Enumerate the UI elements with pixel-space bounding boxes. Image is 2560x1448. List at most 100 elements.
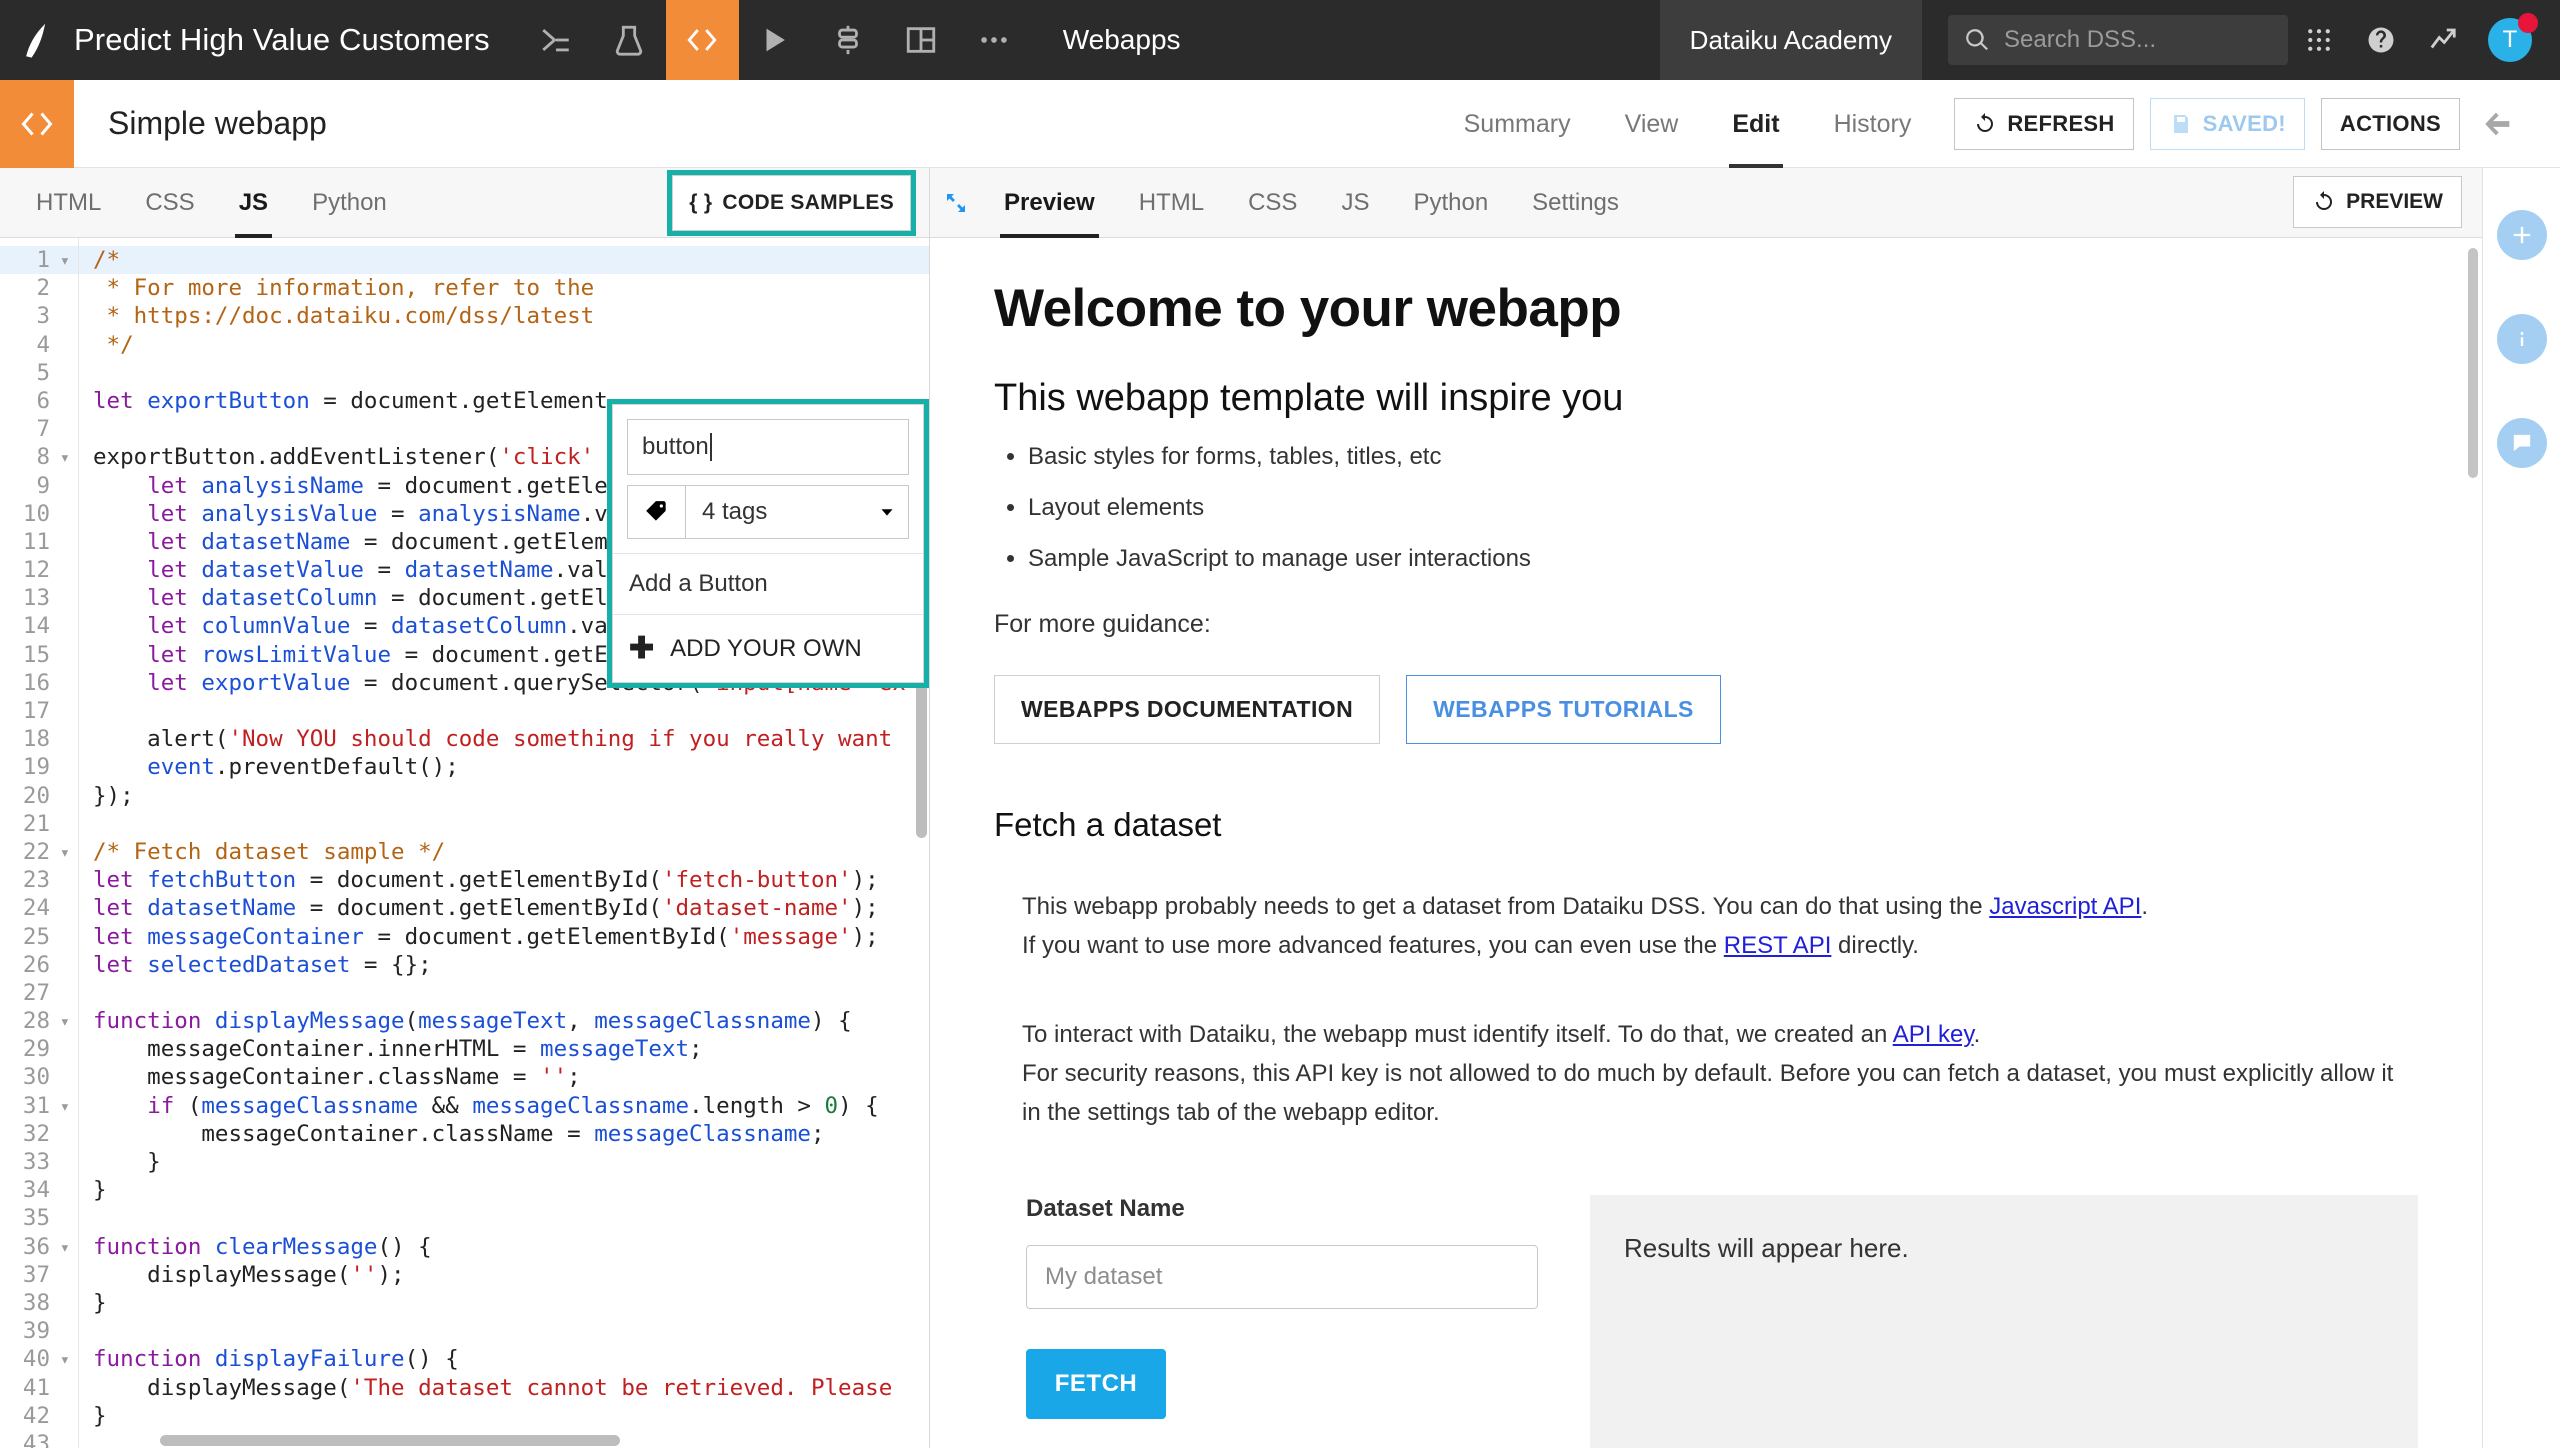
code-samples-button[interactable]: { } CODE SAMPLES <box>667 170 916 236</box>
rest-api-link[interactable]: REST API <box>1724 932 1832 959</box>
text-caret <box>709 433 712 461</box>
code-line: alert('Now YOU should code something if … <box>93 726 893 753</box>
line-number: 39 <box>22 1318 50 1345</box>
jobs-icon[interactable] <box>812 0 885 80</box>
chevron-down-icon[interactable] <box>866 501 908 523</box>
project-title[interactable]: Predict High Value Customers <box>74 22 490 58</box>
preview-scrollbar[interactable] <box>2468 248 2478 478</box>
arrow-left-icon[interactable] <box>2460 80 2536 168</box>
code-samples-tag-filter[interactable]: 4 tags <box>627 485 909 539</box>
api-key-link[interactable]: API key <box>1893 1021 1974 1048</box>
info-circle-icon[interactable] <box>2496 314 2547 364</box>
preview-pane: Preview HTML CSS JS Python Settings PREV… <box>930 168 2482 1448</box>
line-number: 25 <box>22 923 50 950</box>
add-your-own-button[interactable]: ✚ ADD YOUR OWN <box>613 614 923 682</box>
code-line: let messageContainer = document.getEleme… <box>93 923 879 950</box>
code-line: /* Fetch dataset sample */ <box>93 838 446 865</box>
tab-edit[interactable]: Edit <box>1705 80 1806 168</box>
code-line: if (messageClassname && messageClassname… <box>147 1092 879 1119</box>
preview-tab-settings[interactable]: Settings <box>1510 168 1641 238</box>
tag-icon <box>628 486 686 538</box>
preview-tab-html[interactable]: HTML <box>1117 168 1226 238</box>
saved-button[interactable]: SAVED! <box>2149 98 2305 150</box>
code-line: } <box>93 1289 107 1316</box>
more-icon[interactable] <box>958 0 1031 80</box>
code-tab-js[interactable]: JS <box>217 168 290 238</box>
automation-play-icon[interactable] <box>739 0 812 80</box>
fetch-button[interactable]: FETCH <box>1026 1348 1166 1419</box>
code-line: let fetchButton = document.getElementByI… <box>93 867 879 894</box>
preview-tab-python[interactable]: Python <box>1391 168 1510 238</box>
javascript-api-link[interactable]: Javascript API <box>1989 893 2141 920</box>
webapps-tutorials-button[interactable]: WEBAPPS TUTORIALS <box>1406 675 1721 745</box>
preview-button-label: PREVIEW <box>2346 190 2443 213</box>
dashboard-icon[interactable] <box>885 0 958 80</box>
code-tab-python[interactable]: Python <box>290 168 409 238</box>
activity-icon[interactable] <box>2412 0 2474 80</box>
expand-icon[interactable] <box>930 191 982 215</box>
para3-text-b: . <box>1973 1021 1981 1049</box>
line-number: 26 <box>22 951 50 978</box>
preview-tab-js[interactable]: JS <box>1319 168 1391 238</box>
code-samples-search-input[interactable]: button <box>627 419 909 475</box>
line-number: 28 <box>0 1007 78 1036</box>
list-item: Layout elements <box>1028 491 2418 526</box>
top-navigation-bar: Predict High Value Customers Webapps Dat… <box>0 0 2560 80</box>
editor-horizontal-scrollbar[interactable] <box>160 1435 620 1446</box>
dataset-name-placeholder: My dataset <box>1045 1262 1163 1290</box>
code-line: } <box>93 1177 107 1204</box>
lab-icon[interactable] <box>593 0 666 80</box>
line-number: 21 <box>22 810 50 837</box>
refresh-button[interactable]: REFRESH <box>1954 98 2134 150</box>
code-samples-popover: button 4 tags Add a Button ✚ ADD YOUR OW… <box>607 399 929 688</box>
plus-circle-icon[interactable] <box>2496 210 2547 260</box>
line-number: 31 <box>0 1092 78 1121</box>
code-line: } <box>93 1149 161 1175</box>
search-input[interactable]: Search DSS... <box>1948 15 2288 65</box>
webapp-header: Simple webapp Summary View Edit History … <box>0 79 2560 168</box>
code-line: * For more information, refer to the <box>93 275 595 302</box>
curly-braces-icon: { } <box>689 191 713 214</box>
fetch-dataset-paragraph-1: This webapp probably needs to get a data… <box>994 888 2418 966</box>
code-line: function clearMessage() { <box>93 1233 432 1260</box>
preview-tab-preview[interactable]: Preview <box>982 168 1117 238</box>
guidance-label: For more guidance: <box>994 610 1211 639</box>
code-tab-html[interactable]: HTML <box>14 168 123 238</box>
preview-iframe[interactable]: Welcome to your webapp This webapp templ… <box>930 238 2482 1448</box>
plus-icon: ✚ <box>629 632 655 665</box>
webapps-documentation-button[interactable]: WEBAPPS DOCUMENTATION <box>994 675 1381 745</box>
tab-history[interactable]: History <box>1807 80 1939 168</box>
line-number: 18 <box>22 726 50 753</box>
actions-button[interactable]: ACTIONS <box>2320 98 2460 150</box>
line-number: 20 <box>22 782 50 809</box>
page-title: Simple webapp <box>108 105 327 141</box>
para1-text-a: This webapp probably needs to get a data… <box>1022 893 1990 921</box>
code-tab-css[interactable]: CSS <box>123 168 216 238</box>
code-line: messageContainer.className = ''; <box>93 1064 581 1091</box>
fetch-dataset-heading: Fetch a dataset <box>994 806 1222 844</box>
code-line: } <box>93 1402 107 1429</box>
code-icon[interactable] <box>665 0 739 80</box>
dataiku-academy-button[interactable]: Dataiku Academy <box>1659 0 1922 80</box>
tab-view[interactable]: View <box>1598 80 1706 168</box>
tab-summary[interactable]: Summary <box>1437 80 1598 168</box>
section-label[interactable]: Webapps <box>1063 24 1181 56</box>
preview-tab-css[interactable]: CSS <box>1226 168 1319 238</box>
apps-grid-icon[interactable] <box>2288 0 2350 80</box>
flow-icon[interactable] <box>520 0 593 80</box>
dataset-name-input[interactable]: My dataset <box>1026 1244 1538 1309</box>
line-number: 3 <box>36 303 50 330</box>
dataset-name-label: Dataset Name <box>1026 1194 1185 1222</box>
dataiku-bird-icon[interactable] <box>0 0 74 80</box>
preview-refresh-button[interactable]: PREVIEW <box>2293 176 2462 228</box>
chat-circle-icon[interactable] <box>2496 418 2547 468</box>
avatar[interactable]: T <box>2488 13 2538 62</box>
line-number: 35 <box>22 1205 50 1232</box>
guidance-buttons: WEBAPPS DOCUMENTATION WEBAPPS TUTORIALS <box>994 675 2418 745</box>
line-number: 15 <box>22 641 50 668</box>
line-number: 34 <box>22 1177 50 1204</box>
code-sample-result-item[interactable]: Add a Button <box>613 553 923 614</box>
line-number: 4 <box>36 331 50 358</box>
help-icon[interactable] <box>2350 0 2412 80</box>
